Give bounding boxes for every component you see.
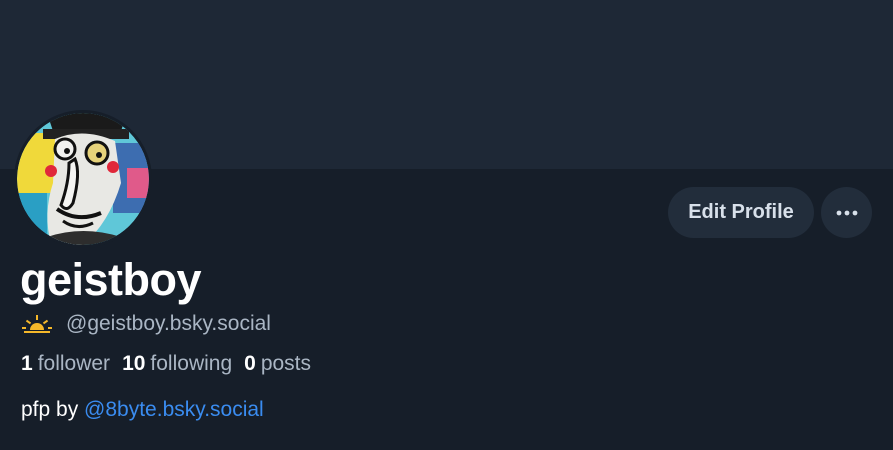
- posts-count: 0: [244, 352, 256, 375]
- display-name: geistboy: [20, 254, 202, 305]
- profile-avatar[interactable]: [14, 110, 152, 248]
- followers-count[interactable]: 1: [21, 350, 33, 378]
- more-horizontal-icon: [836, 210, 857, 215]
- avatar-image: [17, 113, 149, 245]
- profile-stats: 1 follower 10 following 0 posts: [21, 350, 311, 378]
- handle-row: @geistboy.bsky.social: [22, 310, 271, 338]
- following-count[interactable]: 10: [122, 350, 145, 378]
- followers-label[interactable]: follower: [38, 350, 110, 378]
- bio-prefix: pfp by: [21, 398, 85, 421]
- following-label[interactable]: following: [150, 350, 232, 378]
- profile-bio: pfp by @8byte.bsky.social: [21, 396, 264, 424]
- edit-profile-button[interactable]: Edit Profile: [668, 187, 814, 238]
- profile-handle[interactable]: @geistboy.bsky.social: [66, 312, 271, 336]
- sun-rising-icon: [22, 315, 52, 333]
- bio-mention-link[interactable]: @8byte.bsky.social: [84, 398, 264, 421]
- posts-label: posts: [260, 352, 312, 375]
- more-options-button[interactable]: [821, 187, 872, 238]
